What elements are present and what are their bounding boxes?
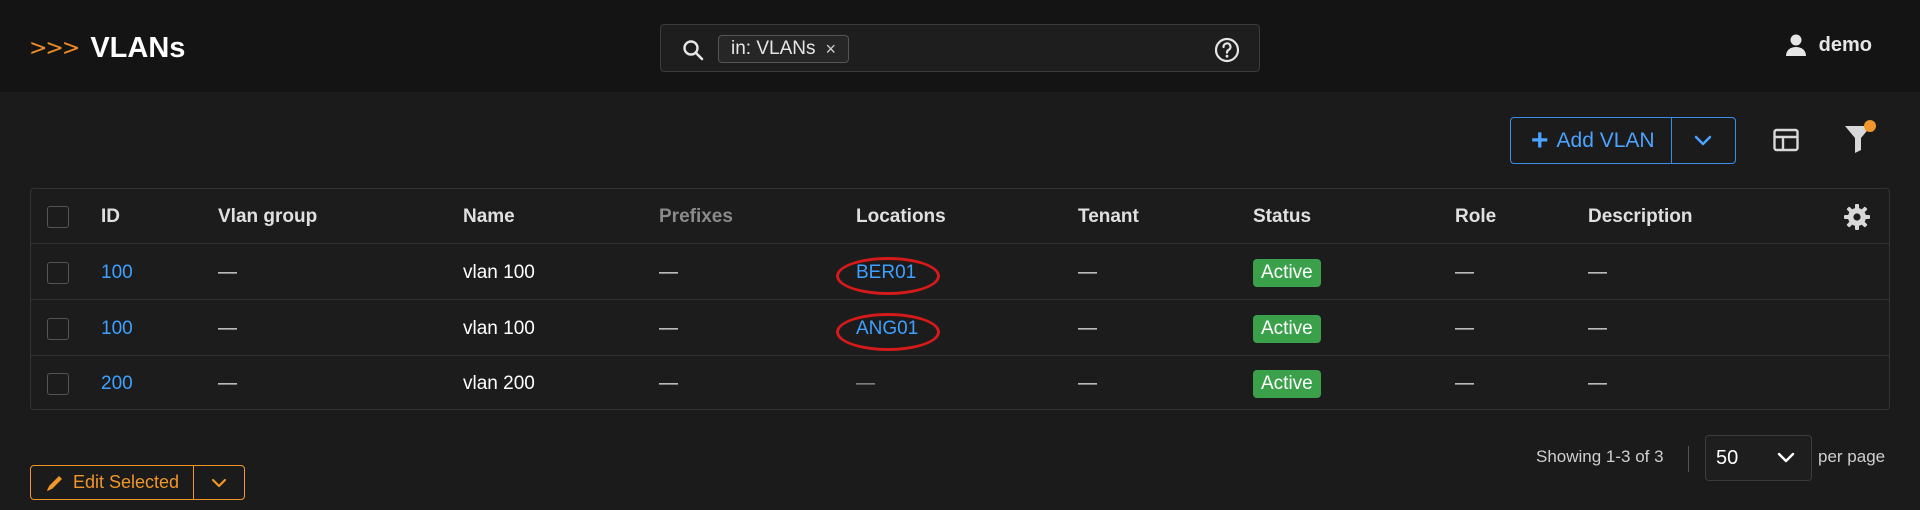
vlan-name-cell: vlan 100: [463, 261, 535, 283]
column-header-prefixes: Prefixes: [659, 205, 733, 227]
column-header-tenant[interactable]: Tenant: [1078, 189, 1139, 244]
column-header-name[interactable]: Name: [463, 189, 515, 244]
table-header-row: ID Vlan group Name Prefixes Locations Te…: [31, 189, 1889, 244]
chevron-down-icon: [211, 478, 227, 487]
table-row: 200 — vlan 200 — — — Active — —: [31, 356, 1889, 411]
column-header-role[interactable]: Role: [1455, 189, 1496, 244]
status-cell: Active: [1253, 356, 1321, 411]
edit-selected-button[interactable]: Edit Selected: [31, 466, 195, 499]
layout-icon[interactable]: [1772, 126, 1800, 154]
user-menu[interactable]: demo: [1783, 32, 1872, 58]
row-checkbox[interactable]: [47, 373, 69, 395]
chevron-down-icon: [1694, 135, 1712, 145]
location-highlight: BER01: [836, 256, 940, 295]
vlan-group-cell: —: [218, 372, 237, 394]
per-page-value: 50: [1716, 446, 1739, 469]
add-vlan-button[interactable]: + Add VLAN: [1511, 118, 1672, 163]
vlan-group-cell: —: [218, 261, 237, 283]
locations-cell: BER01: [836, 245, 940, 300]
search-icon: [683, 40, 704, 61]
vlan-id-link[interactable]: 200: [101, 356, 133, 411]
search-scope-chip: in: VLANs ×: [718, 35, 849, 63]
edit-selected-button-group: Edit Selected: [30, 465, 246, 500]
prefixes-cell: —: [659, 261, 678, 283]
select-all-checkbox[interactable]: [47, 206, 69, 228]
status-badge: Active: [1253, 258, 1321, 287]
locations-cell: ANG01: [836, 301, 940, 356]
vlan-name-cell: vlan 100: [463, 317, 535, 339]
brand: >>> VLANs: [29, 30, 185, 66]
column-header-vlan-group[interactable]: Vlan group: [218, 189, 317, 244]
status-cell: Active: [1253, 301, 1321, 356]
pencil-icon: [47, 475, 62, 491]
vlan-name-cell: vlan 200: [463, 372, 535, 394]
row-checkbox[interactable]: [47, 262, 69, 284]
add-vlan-button-group: + Add VLAN: [1510, 117, 1736, 164]
row-checkbox[interactable]: [47, 318, 69, 340]
add-vlan-label: Add VLAN: [1556, 128, 1655, 152]
chevron-down-icon: [1777, 452, 1795, 463]
pagination-divider: [1688, 446, 1689, 472]
table-row: 100 — vlan 100 — BER01 — Active — —: [31, 245, 1889, 300]
column-header-locations[interactable]: Locations: [856, 189, 946, 244]
role-cell: —: [1455, 317, 1474, 339]
description-cell: —: [1588, 261, 1607, 283]
status-cell: Active: [1253, 245, 1321, 300]
tenant-cell: —: [1078, 317, 1097, 339]
column-header-status[interactable]: Status: [1253, 189, 1311, 244]
per-page-select[interactable]: 50: [1705, 435, 1812, 481]
edit-selected-dropdown-toggle[interactable]: [194, 466, 244, 499]
plus-icon: +: [1531, 123, 1549, 157]
locations-cell: —: [856, 372, 875, 394]
tenant-cell: —: [1078, 261, 1097, 283]
role-cell: —: [1455, 261, 1474, 283]
top-header: >>> VLANs in: VLANs × demo: [0, 0, 1920, 92]
add-vlan-dropdown-toggle[interactable]: [1672, 118, 1735, 163]
brand-chevrons-icon: >>>: [29, 35, 80, 61]
edit-selected-label: Edit Selected: [73, 472, 180, 492]
vlan-table: ID Vlan group Name Prefixes Locations Te…: [30, 188, 1890, 410]
status-badge: Active: [1253, 369, 1321, 398]
role-cell: —: [1455, 372, 1474, 394]
red-highlight-ellipse: [836, 256, 940, 295]
description-cell: —: [1588, 372, 1607, 394]
vlan-id-link[interactable]: 100: [101, 245, 133, 300]
description-cell: —: [1588, 317, 1607, 339]
gear-icon[interactable]: [1843, 203, 1871, 231]
user-icon: [1785, 34, 1806, 56]
prefixes-cell: —: [659, 317, 678, 339]
prefixes-cell: —: [659, 372, 678, 394]
filter-active-indicator: [1864, 120, 1876, 132]
remove-scope-button[interactable]: ×: [825, 39, 836, 60]
red-highlight-ellipse: [836, 312, 940, 351]
status-badge: Active: [1253, 314, 1321, 343]
search-bar[interactable]: in: VLANs ×: [660, 24, 1260, 72]
search-scope-label: in: VLANs: [731, 38, 816, 59]
pagination-summary: Showing 1-3 of 3: [1536, 447, 1664, 466]
tenant-cell: —: [1078, 372, 1097, 394]
location-highlight: ANG01: [836, 312, 940, 351]
table-row: 100 — vlan 100 — ANG01 — Active — —: [31, 301, 1889, 356]
username: demo: [1818, 33, 1872, 56]
column-header-description[interactable]: Description: [1588, 189, 1693, 244]
page-title: VLANs: [90, 31, 186, 64]
per-page-label: per page: [1818, 447, 1886, 466]
column-header-id[interactable]: ID: [101, 189, 120, 244]
help-icon[interactable]: [1213, 36, 1241, 64]
vlan-group-cell: —: [218, 317, 237, 339]
vlan-id-link[interactable]: 100: [101, 301, 133, 356]
